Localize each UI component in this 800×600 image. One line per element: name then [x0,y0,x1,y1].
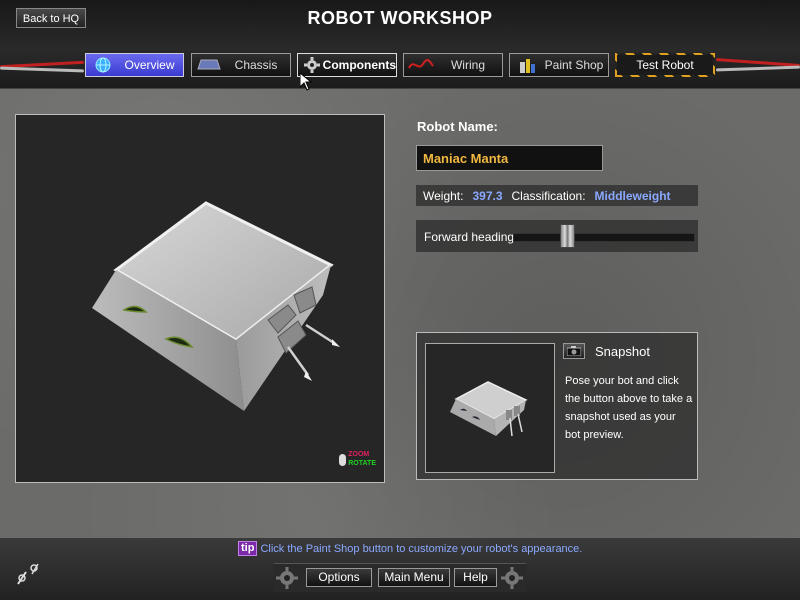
options-button[interactable]: Options [306,568,372,587]
mouse-icon [339,454,347,466]
sliders-icon[interactable] [12,560,42,590]
help-button[interactable]: Help [454,568,497,587]
gear-icon [302,56,323,74]
tab-overview[interactable]: Overview [85,53,184,77]
tab-label: Overview [124,58,175,72]
tab-label: Test Robot [636,58,694,72]
header: Back to HQ ROBOT WORKSHOP Overview Chass… [0,0,800,89]
slider-thumb[interactable] [559,224,575,248]
gear-icon [276,567,298,589]
footer: tip Click the Paint Shop button to custo… [0,538,800,600]
robot-model [92,201,340,411]
robot-name-label: Robot Name: [417,119,498,134]
tab-components[interactable]: Components [297,53,397,77]
tab-label: Components [322,58,396,72]
snapshot-title: Snapshot [595,344,650,359]
tab-chassis[interactable]: Chassis [191,53,291,77]
tip-badge: tip [238,541,258,556]
page-title: ROBOT WORKSHOP [307,8,493,28]
zoom-hint-label: ZOOM [348,451,370,458]
paint-cans-icon [514,56,540,74]
forward-heading-label: Forward heading: [424,230,518,244]
robot-thumbnail [450,381,528,437]
stats-bar: Weight: 397.3 Classification: Middleweig… [416,185,698,206]
robot-name-input[interactable] [416,145,603,171]
tab-wiring[interactable]: Wiring [403,53,503,77]
rotate-hint-label: ROTATE [348,460,376,467]
tip-text: Click the Paint Shop button to customize… [260,542,583,555]
weight-value: 397.3 [472,188,503,203]
tab-label: Paint Shop [544,58,604,72]
robot-3d-viewport[interactable]: ZOOM ROTATE [15,114,385,483]
tip-row: tip Click the Paint Shop button to custo… [238,541,582,556]
main-menu-button[interactable]: Main Menu [378,568,450,587]
snapshot-panel: Snapshot Pose your bot and click the but… [416,332,698,480]
gear-icon [501,567,523,589]
forward-heading-slider[interactable] [513,233,695,242]
tab-test-robot[interactable]: Test Robot [615,53,715,77]
camera-icon [567,346,581,356]
snapshot-camera-button[interactable] [563,343,585,359]
tab-label: Chassis [234,58,278,72]
chassis-icon [196,56,222,74]
snapshot-preview [425,343,555,473]
tab-paint-shop[interactable]: Paint Shop [509,53,609,77]
tab-bar: Overview Chassis Components Wiring Paint… [0,53,800,79]
wire-icon [408,56,434,74]
classification-label: Classification: [511,188,586,203]
tab-label: Wiring [450,58,485,72]
classification-value: Middleweight [594,188,671,203]
heading-control: Forward heading: [416,220,698,252]
mouse-cursor-icon [300,73,312,91]
globe-icon [90,56,116,74]
weight-label: Weight: [423,188,464,203]
snapshot-description: Pose your bot and click the button above… [565,375,693,441]
zoom-rotate-hint: ZOOM ROTATE [339,450,376,468]
bottom-menu-bar: Options Main Menu Help [274,563,526,592]
